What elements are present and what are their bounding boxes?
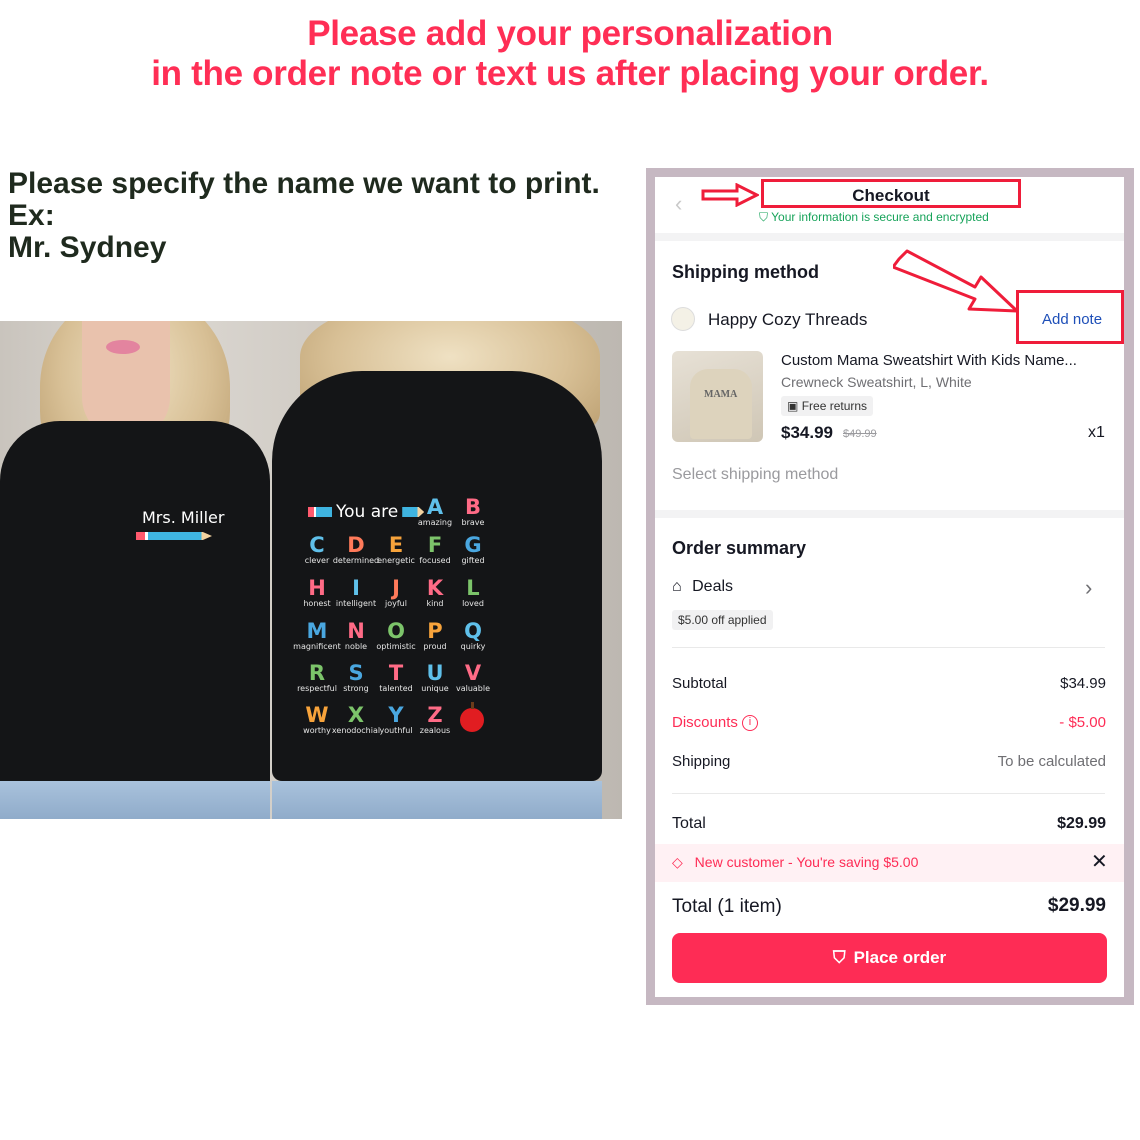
shipping-value: To be calculated bbox=[997, 753, 1106, 770]
alphabet-word: valuable bbox=[455, 684, 491, 693]
back-chevron-icon[interactable]: ‹ bbox=[675, 191, 682, 217]
alphabet-word: brave bbox=[461, 518, 485, 527]
promo-message: ◇ New customer - You're saving $5.00 bbox=[672, 854, 918, 871]
subtotal-value: $34.99 bbox=[1060, 675, 1106, 692]
return-box-icon: ▣ bbox=[787, 399, 799, 413]
chest-name-print: Mrs. Miller bbox=[142, 508, 225, 527]
alphabet-word: loved bbox=[462, 599, 484, 608]
shop-name[interactable]: Happy Cozy Threads bbox=[708, 310, 867, 330]
alphabet-word: quirky bbox=[460, 642, 486, 651]
arrow-diagonal-annotation-icon bbox=[893, 249, 1019, 313]
alphabet-cell-z: Zzealous bbox=[410, 704, 460, 736]
jeans-left bbox=[0, 781, 270, 819]
model-lips bbox=[106, 340, 140, 354]
shop-logo-icon bbox=[671, 307, 695, 331]
section-separator bbox=[655, 510, 1124, 518]
footer-total-label: Total bbox=[672, 896, 713, 917]
section-separator bbox=[655, 233, 1124, 241]
total-value: $29.99 bbox=[1057, 815, 1106, 832]
total-label: Total bbox=[672, 815, 706, 832]
alphabet-cell-v: Vvaluable bbox=[448, 662, 498, 694]
alphabet-cell-q: Qquirky bbox=[448, 620, 498, 652]
deals-label: Deals bbox=[692, 578, 734, 595]
checkout-screen: ‹ Checkout ⛉ Your information is secure … bbox=[655, 177, 1124, 997]
banner-line-1: Please add your personalization bbox=[307, 14, 833, 53]
discounts-label: Discounts bbox=[672, 714, 738, 731]
footer-total-value: $29.99 bbox=[1047, 895, 1106, 916]
deals-row[interactable]: ⌂ Deals bbox=[672, 578, 733, 596]
divider bbox=[672, 647, 1105, 648]
product-variant[interactable]: Crewneck Sweatshirt, L, White bbox=[781, 374, 972, 390]
info-icon[interactable]: i bbox=[742, 715, 759, 732]
select-shipping-method[interactable]: Select shipping method bbox=[672, 466, 838, 484]
jeans-right bbox=[272, 781, 602, 819]
secure-notice: ⛉ Your information is secure and encrypt… bbox=[759, 210, 989, 225]
product-photo bbox=[0, 321, 622, 819]
place-order-label: Place order bbox=[853, 948, 947, 967]
tag-icon: ⌂ bbox=[672, 578, 682, 595]
secure-text: Your information is secure and encrypted bbox=[771, 210, 989, 224]
add-note-button[interactable]: Add note bbox=[1042, 311, 1102, 328]
name-instructions: Please specify the name we want to print… bbox=[8, 168, 600, 264]
pencil-graphic bbox=[136, 532, 212, 540]
promo-text: New customer - You're saving $5.00 bbox=[694, 854, 919, 870]
thumbnail-print: MAMA bbox=[704, 389, 738, 400]
discounts-value: - $5.00 bbox=[1059, 714, 1106, 731]
shipping-heading: Shipping method bbox=[672, 262, 819, 282]
apple-icon bbox=[460, 702, 484, 732]
alphabet-letter: L bbox=[466, 576, 480, 600]
hoodie-front bbox=[0, 421, 270, 781]
product-thumbnail[interactable]: MAMA bbox=[672, 351, 763, 442]
footer-total: Total (1 item) bbox=[672, 896, 782, 918]
shield-check-icon: ⛉ bbox=[832, 948, 846, 967]
product-quantity: x1 bbox=[1088, 424, 1105, 441]
promo-tag-icon: ◇ bbox=[672, 854, 683, 870]
thumbnail-sweatshirt bbox=[690, 369, 752, 439]
alphabet-cell-l: Lloved bbox=[448, 577, 498, 609]
free-returns-badge: ▣ Free returns bbox=[781, 396, 874, 416]
alphabet-word: zealous bbox=[419, 726, 451, 735]
title-highlight-box bbox=[761, 179, 1021, 208]
free-returns-label: Free returns bbox=[801, 399, 868, 413]
alphabet-letter: Q bbox=[464, 619, 482, 643]
close-icon[interactable]: ✕ bbox=[1091, 849, 1108, 874]
shipping-label: Shipping bbox=[672, 753, 731, 770]
alphabet-cell-g: Ggifted bbox=[448, 534, 498, 566]
divider bbox=[672, 793, 1105, 794]
alphabet-letter: B bbox=[464, 495, 481, 519]
place-order-button[interactable]: ⛉ Place order bbox=[672, 933, 1107, 983]
alphabet-letter: V bbox=[464, 661, 482, 685]
order-summary-heading: Order summary bbox=[672, 538, 807, 558]
you-are-text: You are bbox=[336, 502, 399, 522]
crayon-icon bbox=[308, 507, 332, 517]
product-original-price: $49.99 bbox=[843, 428, 877, 440]
product-price: $34.99 bbox=[781, 423, 833, 442]
instruction-example: Mr. Sydney bbox=[8, 231, 167, 264]
alphabet-cell-b: Bbrave bbox=[448, 496, 498, 528]
shield-check-icon: ⛉ bbox=[759, 210, 769, 224]
subtotal-label: Subtotal bbox=[672, 675, 728, 692]
discounts-row: Discounts i bbox=[672, 714, 759, 732]
alphabet-letter: Z bbox=[427, 703, 443, 727]
instruction-line-1: Please specify the name we want to print… bbox=[8, 167, 600, 200]
deals-applied-badge: $5.00 off applied bbox=[672, 610, 773, 630]
banner-line-2: in the order note or text us after placi… bbox=[151, 54, 989, 93]
back-print-heading: You are bbox=[308, 502, 425, 522]
footer-total-count: (1 item) bbox=[717, 896, 782, 917]
chevron-right-icon[interactable]: › bbox=[1085, 575, 1092, 601]
alphabet-word: gifted bbox=[461, 556, 485, 565]
personalization-banner: Please add your personalization in the o… bbox=[0, 14, 1140, 94]
instruction-line-2: Ex: bbox=[8, 199, 55, 232]
arrow-right-annotation-icon bbox=[701, 183, 759, 207]
alphabet-letter: G bbox=[464, 533, 482, 557]
product-name[interactable]: Custom Mama Sweatshirt With Kids Name... bbox=[781, 352, 1077, 369]
